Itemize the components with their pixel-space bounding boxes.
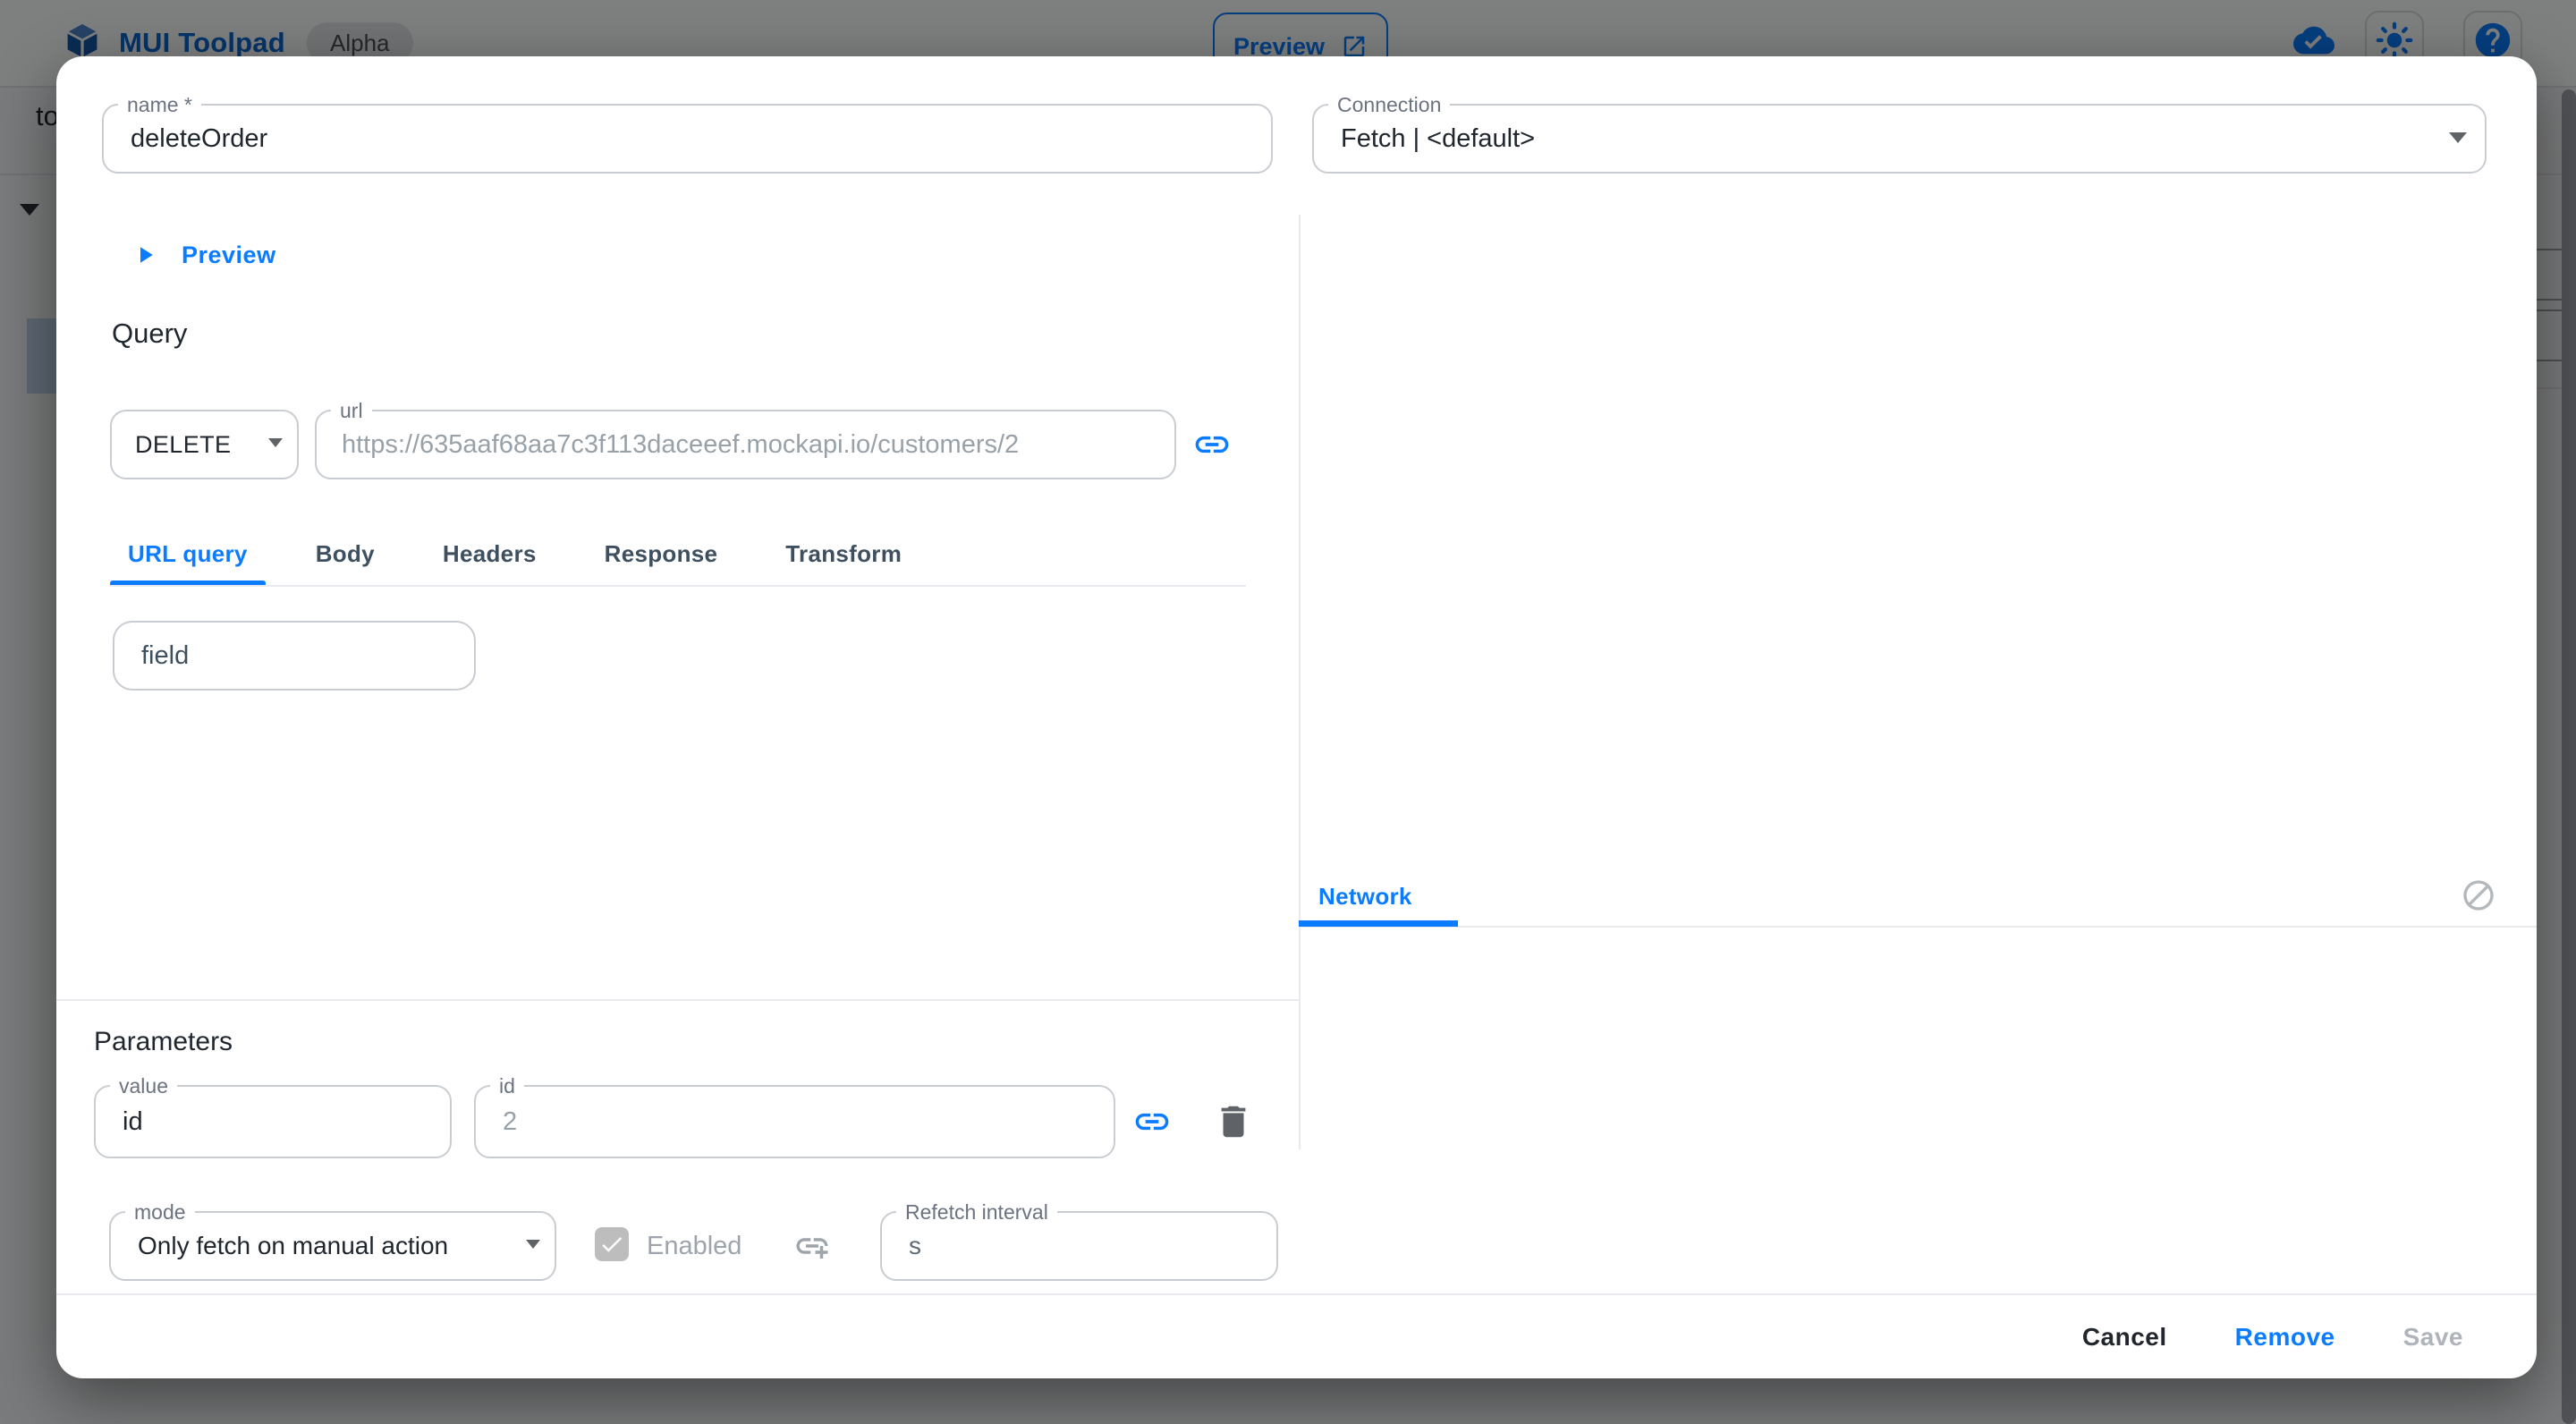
network-tab-label: Network [1318, 883, 1412, 911]
query-editor-dialog: name * deleteOrder Connection Fetch | <d… [56, 56, 2537, 1378]
cancel-button[interactable]: Cancel [2077, 1322, 2173, 1352]
connection-select[interactable]: Connection Fetch | <default> [1312, 104, 2487, 174]
remove-button[interactable]: Remove [2230, 1322, 2341, 1352]
refetch-interval-field[interactable]: Refetch interval s [880, 1211, 1278, 1281]
check-icon [598, 1231, 625, 1258]
http-method-select[interactable]: DELETE [110, 410, 299, 479]
chevron-down-icon [268, 438, 283, 447]
screen: MUI Toolpad Alpha Preview [0, 0, 2576, 1424]
parameter-name-label: value [110, 1072, 177, 1099]
tab-body[interactable]: Body [298, 521, 393, 586]
mode-value: Only fetch on manual action [138, 1213, 448, 1279]
run-preview-label: Preview [182, 242, 276, 269]
parameters-title: Parameters [94, 1027, 233, 1057]
refetch-interval-value: s [909, 1213, 921, 1279]
url-binding-link-icon[interactable] [1192, 425, 1232, 464]
tab-response[interactable]: Response [587, 521, 736, 586]
connection-value: Fetch | <default> [1341, 106, 1535, 172]
chevron-down-icon [526, 1240, 540, 1249]
save-button[interactable]: Save [2398, 1322, 2469, 1352]
parameter-name-value: id [123, 1087, 143, 1157]
dialog-footer: Cancel Remove Save [56, 1293, 2537, 1378]
play-icon [131, 242, 158, 268]
mode-select[interactable]: mode Only fetch on manual action [109, 1211, 556, 1281]
enabled-checkbox[interactable] [595, 1227, 629, 1261]
query-name-value: deleteOrder [131, 106, 267, 172]
tab-label: Body [316, 540, 375, 568]
query-section-title: Query [112, 318, 187, 350]
tab-url-query[interactable]: URL query [110, 521, 266, 586]
parameter-value-value: 2 [503, 1087, 517, 1157]
tabs-divider [110, 585, 1246, 587]
clear-network-block-icon[interactable] [2461, 877, 2496, 913]
network-divider [1299, 926, 2537, 928]
delete-parameter-trash-icon[interactable] [1213, 1101, 1254, 1142]
tab-transform[interactable]: Transform [767, 521, 919, 586]
parameter-value-field[interactable]: id 2 [474, 1085, 1115, 1158]
parameter-name-field[interactable]: value id [94, 1085, 452, 1158]
http-method-value: DELETE [135, 411, 231, 478]
url-value: https://635aaf68aa7c3f113daceeef.mockapi… [342, 411, 1019, 478]
add-link-icon[interactable] [793, 1227, 831, 1265]
parameters-divider [56, 999, 1299, 1001]
tab-label: Response [605, 540, 718, 568]
url-field[interactable]: url https://635aaf68aa7c3f113daceeef.moc… [315, 410, 1176, 479]
tab-label: Transform [785, 540, 902, 568]
tab-label: Headers [443, 540, 537, 568]
tab-headers[interactable]: Headers [425, 521, 555, 586]
query-name-field[interactable]: name * deleteOrder [102, 104, 1273, 174]
parameter-binding-link-icon[interactable] [1132, 1102, 1172, 1141]
tab-label: URL query [128, 540, 248, 568]
tab-network[interactable]: Network [1299, 867, 1458, 926]
url-query-field-value: field [141, 623, 189, 689]
run-preview-button[interactable]: Preview [131, 232, 276, 278]
url-query-field-input[interactable]: field [113, 621, 476, 691]
pane-divider[interactable] [1299, 215, 1301, 1149]
enabled-label: Enabled [647, 1211, 741, 1281]
request-tabs: URL query Body Headers Response Transfor… [110, 521, 919, 586]
chevron-down-icon [2449, 132, 2467, 143]
